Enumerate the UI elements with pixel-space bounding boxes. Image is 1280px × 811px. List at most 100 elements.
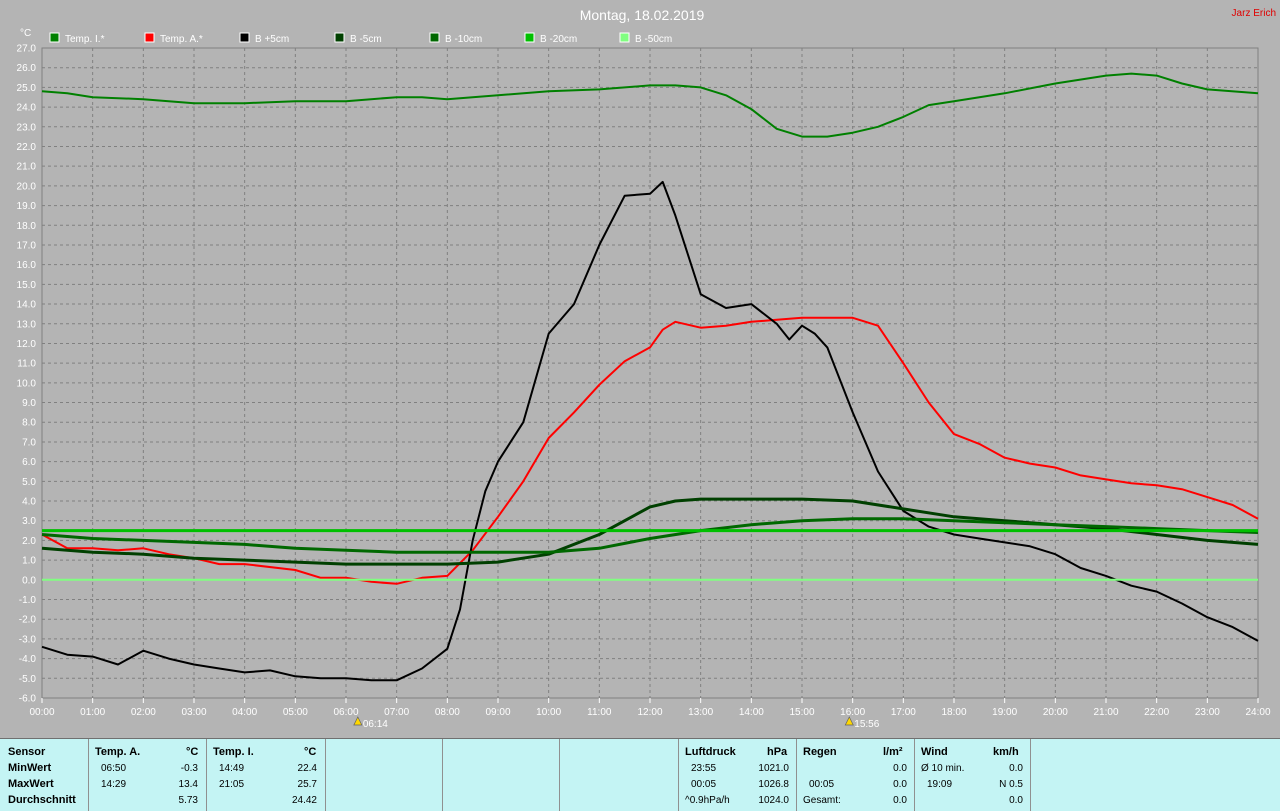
y-tick-label: 16.0 (17, 260, 37, 271)
temp-a-header: Temp. A. (95, 746, 141, 758)
x-tick-label: 01:00 (80, 707, 105, 718)
x-tick-label: 20:00 (1043, 707, 1068, 718)
rain-total-value: 0.0 (893, 795, 907, 806)
legend-swatch (239, 32, 250, 43)
rain-min-value: 0.0 (893, 763, 907, 774)
y-tick-label: 2.0 (22, 536, 36, 547)
series-line (41, 180, 1259, 682)
y-tick-label: 5.0 (22, 477, 36, 488)
temp-a-unit: °C (186, 746, 199, 758)
wind-day-value: 0.0 (1009, 795, 1023, 806)
y-axis-ticks: 27.0 26.0 25.0 24.0 23.0 22.0 21.0 20.0 19.0 18.0… (17, 44, 37, 705)
legend-swatch (429, 32, 440, 43)
grid-lines (41, 47, 1259, 703)
pressure-unit: hPa (767, 746, 788, 758)
legend-label: B +5cm (255, 34, 289, 45)
legend-swatch (144, 32, 155, 43)
y-tick-label: 0.0 (22, 575, 36, 586)
x-tick-label: 10:00 (536, 707, 561, 718)
wind-unit: km/h (993, 746, 1019, 758)
rain-max-time: 00:05 (809, 779, 835, 790)
x-tick-label: 00:00 (29, 707, 54, 718)
temp-i-header: Temp. I. (213, 746, 254, 758)
x-tick-label: 09:00 (485, 707, 510, 718)
chart-title: Montag, 18.02.2019 (580, 7, 705, 23)
rain-total-label: Gesamt: (803, 795, 841, 806)
temp-i-max-value: 25.7 (297, 779, 317, 790)
pressure-trend-value: 1024.0 (758, 795, 789, 806)
max-row-label: MaxWert (8, 778, 54, 790)
y-tick-label: 15.0 (17, 280, 37, 291)
x-tick-label: 05:00 (283, 707, 308, 718)
y-tick-label: 20.0 (17, 181, 37, 192)
temp-i-avg-value: 24.42 (291, 795, 317, 806)
y-tick-label: 23.0 (17, 122, 37, 133)
temp-a-min-value: -0.3 (180, 763, 198, 774)
avg-row-label: Durchschnitt (8, 794, 76, 806)
x-tick-label: 14:00 (739, 707, 764, 718)
x-tick-label: 18:00 (941, 707, 966, 718)
pressure-min-time: 23:55 (691, 763, 717, 774)
y-tick-label: -1.0 (19, 595, 37, 606)
x-tick-label: 23:00 (1195, 707, 1220, 718)
y-tick-label: -4.0 (19, 654, 37, 665)
temp-a-avg-value: 5.73 (178, 795, 198, 806)
x-tick-label: 19:00 (992, 707, 1017, 718)
sunset-time: 15:56 (854, 719, 879, 730)
temp-a-max-value: 13.4 (178, 779, 198, 790)
wind-avg-value: 0.0 (1009, 763, 1023, 774)
x-tick-label: 15:00 (789, 707, 814, 718)
legend-label: B -20cm (540, 34, 577, 45)
y-tick-label: 14.0 (17, 300, 37, 311)
y-tick-label: 17.0 (17, 240, 37, 251)
y-tick-label: 22.0 (17, 142, 37, 153)
rain-unit: l/m² (883, 746, 903, 758)
y-tick-label: 27.0 (17, 44, 37, 55)
wind-max-time: 19:09 (927, 779, 953, 790)
y-tick-label: 12.0 (17, 339, 37, 350)
y-tick-label: -2.0 (19, 615, 37, 626)
x-tick-label: 21:00 (1093, 707, 1118, 718)
y-tick-label: 24.0 (17, 103, 37, 114)
x-tick-label: 24:00 (1245, 707, 1270, 718)
legend-label: B -10cm (445, 34, 482, 45)
y-tick-label: 11.0 (17, 359, 36, 370)
x-tick-label: 11:00 (587, 707, 612, 718)
legend-swatch (49, 32, 60, 43)
sensor-header: Sensor (8, 746, 46, 758)
x-tick-label: 22:00 (1144, 707, 1169, 718)
y-tick-label: 19.0 (17, 201, 37, 212)
wind-max-value: N 0.5 (999, 779, 1023, 790)
x-tick-label: 03:00 (181, 707, 206, 718)
rain-max-value: 0.0 (893, 779, 907, 790)
legend-swatch (334, 32, 345, 43)
pressure-trend-label: ^0.9hPa/h (685, 795, 730, 806)
y-tick-label: 8.0 (22, 418, 36, 429)
y-tick-label: -5.0 (19, 674, 37, 685)
pressure-max-value: 1026.8 (758, 779, 789, 790)
wind-avg-label: Ø 10 min. (921, 763, 965, 774)
x-axis-ticks: 00:00 01:00 02:00 03:00 04:00 05:00 06:00 07:00… (29, 707, 1270, 718)
x-tick-label: 17:00 (891, 707, 916, 718)
y-tick-label: 26.0 (17, 63, 37, 74)
y-tick-label: -3.0 (19, 634, 37, 645)
y-tick-label: 4.0 (22, 497, 36, 508)
pressure-max-time: 00:05 (691, 779, 717, 790)
y-tick-label: 7.0 (22, 437, 36, 448)
x-tick-label: 13:00 (688, 707, 713, 718)
legend-label: B -50cm (635, 34, 672, 45)
x-tick-label: 02:00 (131, 707, 156, 718)
legend-label: Temp. A.* (160, 34, 203, 45)
temp-i-min-time: 14:49 (219, 763, 245, 774)
y-tick-label: 3.0 (22, 516, 36, 527)
x-tick-label: 08:00 (435, 707, 460, 718)
x-tick-label: 12:00 (637, 707, 662, 718)
temp-i-min-value: 22.4 (297, 763, 317, 774)
y-tick-label: 1.0 (22, 556, 36, 567)
legend: Temp. I.* Temp. A.* B +5cm B -5cm B -10cm B -… (49, 32, 672, 45)
temperature-chart: Montag, 18.02.2019 Jarz Erich °C Temp. I… (17, 7, 1276, 730)
temp-i-unit: °C (304, 746, 317, 758)
temp-a-min-time: 06:50 (101, 763, 127, 774)
y-tick-label: 21.0 (17, 162, 37, 173)
author-label: Jarz Erich (1232, 8, 1276, 19)
